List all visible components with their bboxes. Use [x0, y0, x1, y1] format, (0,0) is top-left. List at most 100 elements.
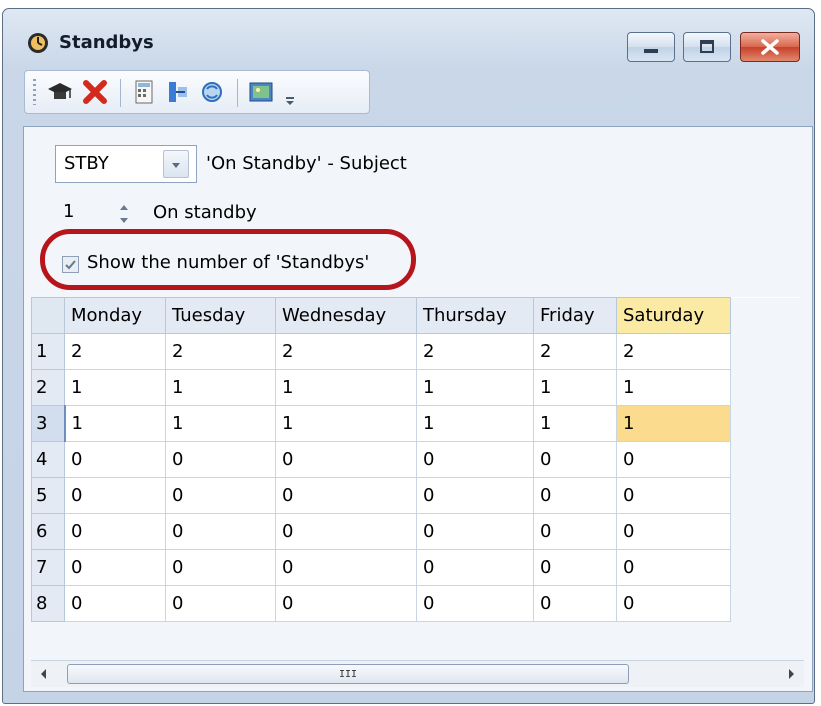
scroll-thumb[interactable]: III [67, 664, 629, 684]
row-header[interactable]: 8 [31, 585, 65, 622]
scroll-grip: III [338, 669, 358, 680]
transfer-icon[interactable] [163, 77, 193, 107]
close-icon [761, 39, 779, 55]
grid-cell[interactable]: 2 [165, 333, 276, 370]
grid-cell[interactable]: 0 [616, 513, 731, 550]
grid-cell[interactable]: 0 [64, 549, 166, 586]
table-row: 5000000 [31, 477, 801, 514]
grid-cell[interactable]: 1 [165, 369, 276, 406]
grid-cell[interactable]: 0 [165, 585, 276, 622]
row-header[interactable]: 3 [31, 405, 66, 442]
minimize-button[interactable] [627, 32, 675, 62]
grid-cell[interactable]: 0 [616, 441, 731, 478]
spin-down-icon[interactable] [111, 215, 137, 229]
refresh-icon[interactable] [197, 77, 227, 107]
grid-cell[interactable]: 0 [64, 441, 166, 478]
row-header[interactable]: 4 [31, 441, 65, 478]
row-header[interactable]: 2 [31, 369, 65, 406]
grid-cell[interactable]: 2 [275, 333, 417, 370]
minimize-icon [644, 49, 658, 53]
table-row: 6000000 [31, 513, 801, 550]
grid-cell[interactable]: 0 [165, 549, 276, 586]
column-header[interactable]: Friday [533, 297, 617, 334]
grid-cell[interactable]: 0 [416, 585, 534, 622]
grid-cell[interactable]: 0 [165, 441, 276, 478]
corner-header[interactable] [31, 297, 65, 334]
grid-cell[interactable]: 0 [616, 549, 731, 586]
grid-cell[interactable]: 1 [275, 369, 417, 406]
grid-cell[interactable]: 0 [64, 513, 166, 550]
row-header[interactable]: 6 [31, 513, 65, 550]
picture-icon[interactable] [246, 77, 276, 107]
column-header[interactable]: Monday [64, 297, 166, 334]
scroll-right-icon[interactable] [780, 663, 802, 685]
grid-cell[interactable]: 0 [533, 513, 617, 550]
grid-cell[interactable]: 1 [64, 405, 166, 442]
grid-cell[interactable]: 0 [416, 549, 534, 586]
grid-cell[interactable]: 0 [275, 477, 417, 514]
spin-up-icon[interactable] [111, 199, 137, 213]
checkmark-icon [65, 260, 76, 270]
show-number-label[interactable]: Show the number of 'Standbys' [87, 252, 369, 273]
table-row: 2111111 [31, 369, 801, 406]
grid-cell[interactable]: 1 [275, 405, 417, 442]
empty-area [730, 585, 801, 622]
grid-cell[interactable]: 1 [64, 369, 166, 406]
grid-cell[interactable]: 0 [533, 549, 617, 586]
row-header[interactable]: 7 [31, 549, 65, 586]
calculator-icon[interactable] [129, 77, 159, 107]
grid-cell[interactable]: 0 [165, 477, 276, 514]
grid-cell[interactable]: 0 [533, 585, 617, 622]
column-header[interactable]: Thursday [416, 297, 534, 334]
grid-cell[interactable]: 1 [533, 405, 617, 442]
table-row: 1222222 [31, 333, 801, 370]
grid-cell[interactable]: 0 [616, 477, 731, 514]
grid-cell[interactable]: 1 [165, 405, 276, 442]
standby-count-label: On standby [153, 202, 257, 223]
column-header[interactable]: Tuesday [165, 297, 276, 334]
toolbar [24, 70, 370, 114]
horizontal-scrollbar[interactable]: III [31, 660, 804, 687]
row-header[interactable]: 1 [31, 333, 65, 370]
grid-cell[interactable]: 2 [416, 333, 534, 370]
grid-cell[interactable]: 1 [616, 369, 731, 406]
overflow-icon[interactable] [283, 77, 299, 107]
grid-cell[interactable]: 0 [416, 477, 534, 514]
delete-icon[interactable] [80, 77, 110, 107]
close-button[interactable] [740, 32, 800, 62]
grid-cell[interactable]: 0 [64, 585, 166, 622]
grid-cell[interactable]: 0 [416, 441, 534, 478]
show-number-checkbox[interactable] [62, 256, 79, 273]
grid-cell[interactable]: 2 [533, 333, 617, 370]
grid-cell[interactable]: 0 [165, 513, 276, 550]
grid-cell[interactable]: 0 [275, 513, 417, 550]
grid-cell[interactable]: 0 [275, 549, 417, 586]
grid-cell[interactable]: 1 [533, 369, 617, 406]
toolbar-grip[interactable] [33, 79, 36, 105]
title-bar[interactable]: Standbys [3, 9, 814, 71]
grid-cell[interactable]: 1 [416, 369, 534, 406]
grid-cell[interactable]: 1 [416, 405, 534, 442]
grid-cell[interactable]: 2 [616, 333, 731, 370]
column-header[interactable]: Saturday [616, 297, 731, 334]
grid-cell[interactable]: 0 [275, 441, 417, 478]
dropdown-button[interactable] [163, 150, 189, 178]
grid-cell[interactable]: 0 [533, 441, 617, 478]
grid-cell[interactable]: 0 [416, 513, 534, 550]
grid-cell[interactable]: 2 [64, 333, 166, 370]
maximize-icon [700, 40, 714, 53]
grid-cell[interactable]: 0 [275, 585, 417, 622]
standby-count-spinner[interactable]: 1 [55, 197, 141, 231]
mortarboard-icon[interactable] [45, 77, 75, 107]
grid-cell[interactable]: 0 [616, 585, 731, 622]
column-header[interactable]: Wednesday [275, 297, 417, 334]
empty-area [730, 477, 801, 514]
row-header[interactable]: 5 [31, 477, 65, 514]
maximize-button[interactable] [683, 32, 731, 62]
scroll-left-icon[interactable] [33, 663, 55, 685]
grid-cell[interactable]: 0 [533, 477, 617, 514]
standbys-grid: Monday Tuesday Wednesday Thursday Friday… [31, 297, 801, 622]
grid-cell[interactable]: 0 [64, 477, 166, 514]
subject-combobox[interactable]: STBY [55, 145, 197, 183]
grid-cell[interactable]: 1 [616, 405, 731, 442]
